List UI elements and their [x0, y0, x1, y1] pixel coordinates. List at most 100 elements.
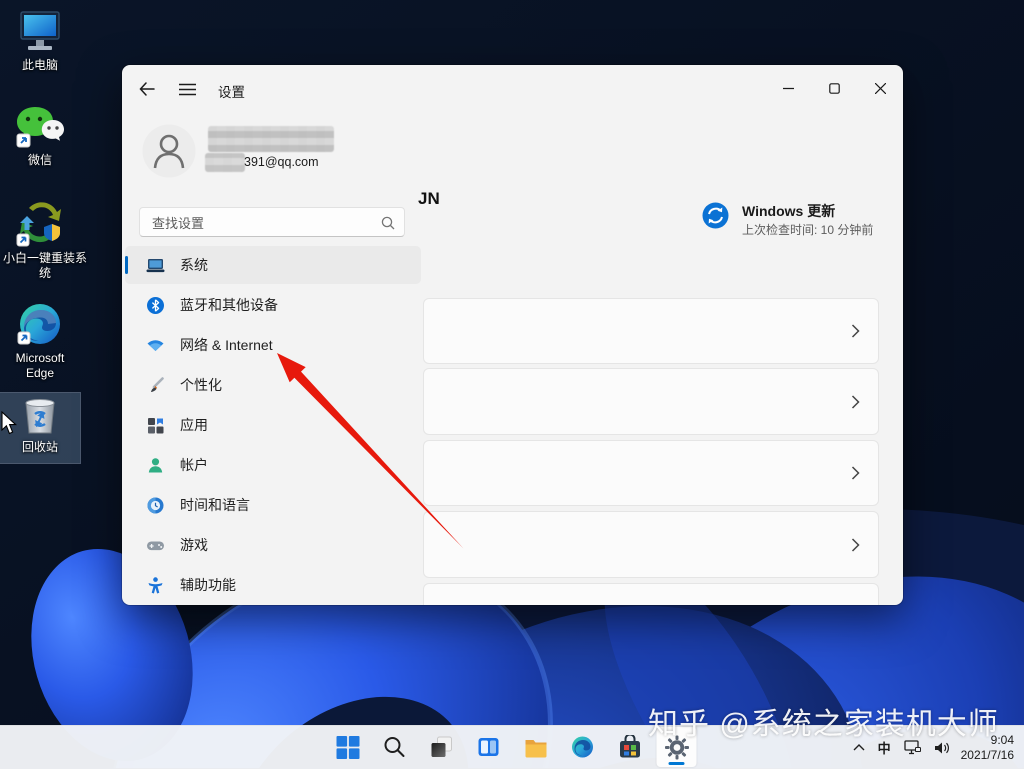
chevron-up-icon [853, 744, 865, 751]
tray-time: 9:04 [990, 732, 1014, 747]
nav-item-label: 游戏 [180, 537, 208, 553]
search-icon [381, 216, 395, 230]
ime-indicator[interactable]: 中 [876, 734, 893, 762]
desktop-icon-label: 小白一键重装系统 [3, 251, 88, 280]
settings-gear-icon [664, 735, 689, 759]
desktop-icon-label: 回收站 [21, 440, 58, 454]
nav-item-label: 网络 & Internet [180, 337, 273, 353]
settings-search-box[interactable] [139, 207, 405, 237]
ethernet-network-icon [903, 740, 921, 755]
windows-logo-icon [336, 735, 359, 759]
window-title: 设置 [218, 85, 245, 100]
nav-menu-button[interactable] [176, 78, 198, 100]
nav-item-label: 个性化 [180, 377, 222, 393]
task-view-button[interactable] [422, 727, 462, 767]
nav-item-label: 系统 [180, 257, 208, 273]
desktop-icon-label: 此电脑 [21, 58, 58, 72]
speaker-icon [934, 742, 949, 753]
edge-button[interactable] [563, 727, 603, 767]
wechat-icon [16, 107, 64, 148]
blurred-email-prefix [205, 153, 245, 172]
accessibility-icon [148, 576, 163, 593]
tray-chevron-button[interactable] [851, 734, 867, 762]
edge-icon [17, 304, 60, 345]
system-icon [146, 258, 165, 272]
nav-item-label: 应用 [180, 417, 208, 433]
search-icon [384, 737, 405, 757]
desktop-icon-wechat[interactable]: 微信 [0, 103, 80, 169]
desktop-icon-this-pc[interactable]: 此电脑 [0, 8, 80, 74]
desktop-icon-label: 微信 [27, 153, 52, 167]
maximize-button[interactable] [811, 73, 857, 103]
settings-row[interactable] [423, 440, 879, 506]
settings-taskbar-button[interactable] [656, 727, 697, 767]
settings-row[interactable] [423, 511, 879, 578]
windows-update-title: Windows 更新 [742, 203, 836, 219]
close-icon [874, 82, 886, 94]
this-pc-icon [20, 11, 60, 50]
search-input[interactable] [150, 209, 374, 237]
edge-icon [572, 736, 593, 758]
account-block[interactable]: 391@qq.com [142, 124, 442, 182]
nav-item-label: 辅助功能 [180, 577, 236, 593]
nav-item-label: 时间和语言 [180, 497, 250, 513]
file-explorer-button[interactable] [516, 727, 556, 767]
tray-clock[interactable]: 9:04 2021/7/16 [961, 733, 1020, 763]
tray-date: 2021/7/16 [960, 747, 1014, 762]
settings-window: 设置 391@qq.com 查找设置 系统 蓝牙和其他设备 网络 & Inter… [122, 65, 903, 605]
taskbar: 中 9:04 2021/7/16 [0, 725, 1024, 769]
wifi-icon [147, 339, 164, 351]
microsoft-store-button[interactable] [610, 727, 650, 767]
apps-icon [148, 417, 164, 433]
nav-item-apps[interactable]: 应用 [125, 406, 421, 444]
file-explorer-icon [525, 739, 546, 757]
hamburger-icon [178, 83, 196, 95]
settings-row[interactable] [423, 368, 879, 435]
widgets-icon [478, 738, 499, 756]
nav-item-system[interactable]: 系统 [125, 246, 421, 284]
gamepad-icon [147, 541, 164, 550]
nav-item-label: 蓝牙和其他设备 [180, 297, 278, 313]
chevron-right-icon [851, 324, 860, 338]
desktop-icon-label: Microsoft Edge [15, 351, 65, 380]
maximize-icon [828, 82, 840, 94]
settings-row[interactable] [423, 298, 879, 364]
nav-item-accounts[interactable]: 帐户 [125, 446, 421, 484]
blurred-account-name [208, 126, 334, 152]
volume-tray-button[interactable] [932, 734, 952, 762]
desktop-icon-recycle-bin[interactable]: 回收站 [0, 392, 81, 464]
brush-icon [151, 376, 164, 392]
settings-row-partial[interactable] [423, 583, 879, 605]
chevron-right-icon [851, 537, 860, 552]
widgets-button[interactable] [469, 727, 509, 767]
nav-item-bluetooth-devices[interactable]: 蓝牙和其他设备 [125, 286, 421, 324]
network-tray-button[interactable] [902, 734, 923, 762]
windows-update-icon [702, 202, 729, 229]
nav-item-personalization[interactable]: 个性化 [125, 366, 421, 404]
desktop-icon-microsoft-edge[interactable]: Microsoft Edge [0, 300, 80, 382]
windows-update-status: 上次检查时间: 10 分钟前 [742, 223, 874, 237]
xiaobai-reinstall-icon [16, 202, 61, 247]
minimize-button[interactable] [765, 73, 811, 103]
bluetooth-icon [147, 296, 164, 314]
back-arrow-icon [139, 82, 155, 96]
taskbar-search-button[interactable] [375, 727, 415, 767]
nav-item-gaming[interactable]: 游戏 [125, 526, 421, 564]
avatar [142, 124, 196, 178]
account-email: 391@qq.com [244, 155, 319, 169]
chevron-right-icon [851, 466, 860, 480]
nav-item-accessibility[interactable]: 辅助功能 [125, 566, 421, 604]
accounts-person-icon [148, 457, 163, 472]
clock-globe-icon [147, 497, 164, 513]
nav-item-time-language[interactable]: 时间和语言 [125, 486, 421, 524]
store-icon [619, 735, 640, 758]
task-view-icon [431, 736, 452, 757]
desktop-icon-xiaobai-reinstall[interactable]: 小白一键重装系统 [0, 198, 87, 282]
start-button[interactable] [328, 727, 368, 767]
device-name-fragment: JN [418, 189, 440, 208]
nav-item-network-internet[interactable]: 网络 & Internet [125, 326, 421, 364]
back-button[interactable] [136, 78, 158, 100]
recycle-bin-icon [25, 399, 55, 434]
close-button[interactable] [857, 73, 903, 103]
nav-item-label: 帐户 [180, 457, 208, 473]
